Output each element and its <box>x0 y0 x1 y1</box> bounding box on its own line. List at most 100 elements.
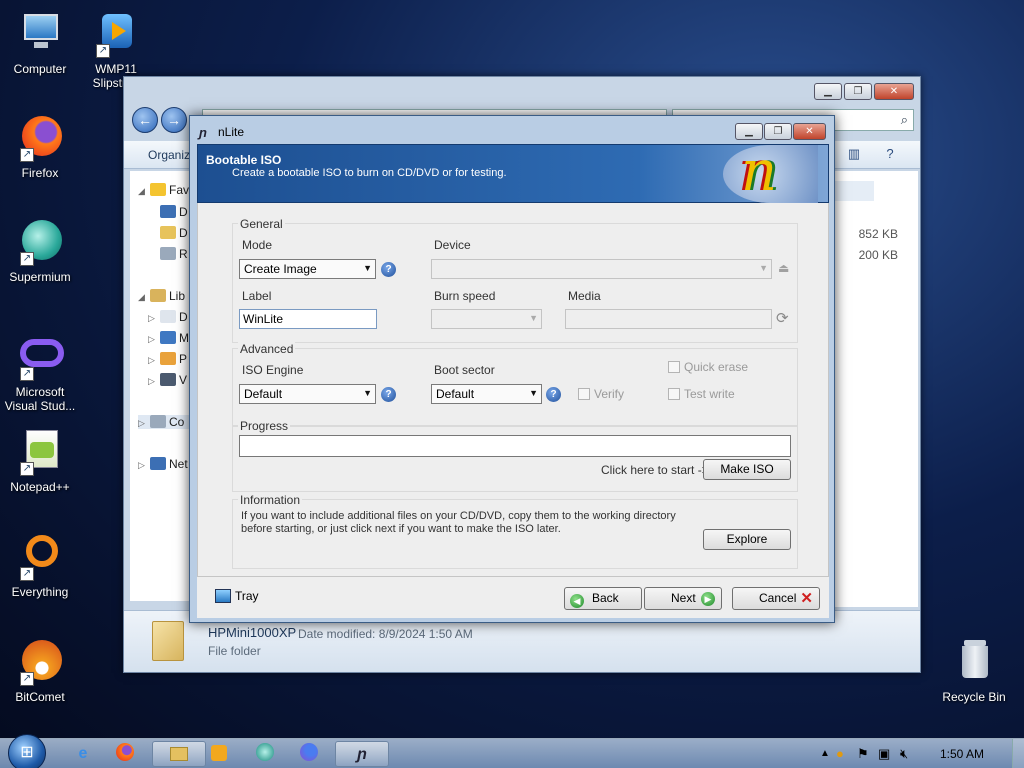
refresh-icon[interactable]: ⟳ <box>776 309 789 327</box>
ie-icon: e <box>78 745 88 762</box>
close-button[interactable]: ✕ <box>874 83 914 100</box>
minimize-button[interactable]: ▁ <box>814 83 842 100</box>
shortcut-arrow-icon: ↗ <box>20 462 34 476</box>
information-group-label: Information <box>238 493 303 507</box>
desktop-icon-everything[interactable]: ↗ Everything <box>0 533 80 599</box>
tree-item-favorites[interactable]: ◢ Fav <box>138 183 189 197</box>
chevron-down-icon: ▼ <box>759 263 768 273</box>
tray-button[interactable]: Tray <box>215 589 259 603</box>
close-button[interactable]: ✕ <box>793 123 826 140</box>
tree-item[interactable]: R <box>160 247 188 261</box>
pictures-icon <box>160 352 176 365</box>
file-size: 200 KB <box>858 248 898 262</box>
tree-item-computer[interactable]: ▷ Co <box>138 415 190 429</box>
media-player-icon <box>211 745 227 761</box>
everything-icon: ↗ <box>16 533 64 581</box>
mode-label: Mode <box>242 238 273 252</box>
tree-item[interactable]: ▷ M <box>148 331 189 345</box>
chevron-down-icon: ▼ <box>529 388 538 398</box>
tree-item[interactable]: ▷ V <box>148 373 187 387</box>
desktop-icon-firefox[interactable]: ↗ Firefox <box>0 114 80 180</box>
file-size: 852 KB <box>858 227 898 241</box>
label-input[interactable] <box>239 309 377 329</box>
desktop-icon-bitcomet[interactable]: ↗ BitComet <box>0 638 80 704</box>
supermium-icon <box>256 743 274 761</box>
nlite-n-icon: n <box>741 139 778 204</box>
desktop-icon-recycle-bin[interactable]: Recycle Bin <box>934 638 1014 704</box>
tree-item-libraries[interactable]: ◢ Lib <box>138 289 185 303</box>
organize-menu[interactable]: Organiz <box>148 148 190 162</box>
tree-item[interactable]: ▷ P <box>148 352 187 366</box>
maximize-button[interactable]: ❐ <box>764 123 792 140</box>
maximize-button[interactable]: ❐ <box>844 83 872 100</box>
desktop-icon-notepadpp[interactable]: ↗ Notepad++ <box>0 428 80 494</box>
documents-icon <box>160 310 176 323</box>
device-eject-icon[interactable]: ⏏ <box>778 261 789 275</box>
preview-pane-icon[interactable]: ▥ <box>845 146 863 164</box>
minimize-button[interactable]: ▁ <box>735 123 763 140</box>
details-name: HPMini1000XP <box>208 625 297 640</box>
tray-app-icon[interactable]: ● <box>836 746 844 761</box>
chevron-down-icon: ▼ <box>363 388 372 398</box>
tree-item[interactable]: D <box>160 226 188 240</box>
music-icon <box>160 331 176 344</box>
back-arrow-icon[interactable]: ← <box>132 107 158 133</box>
desktop-icon-label: Computer <box>13 62 67 76</box>
volume-muted-icon[interactable]: 🔇︎ <box>900 746 908 762</box>
info-text-line2: before starting, or just click next if y… <box>241 523 561 535</box>
computer-icon <box>150 415 166 428</box>
explore-button[interactable]: Explore <box>703 529 791 550</box>
tree-item[interactable]: ▷ D <box>148 310 188 324</box>
device-label: Device <box>434 238 471 252</box>
make-iso-button[interactable]: Make ISO <box>703 459 791 480</box>
desktop-icon-visual-studio[interactable]: ↗ Microsoft Visual Stud... <box>0 333 80 413</box>
iso-engine-help-icon[interactable]: ? <box>381 387 396 402</box>
taskbar-firefox-alt[interactable] <box>282 741 336 767</box>
clock[interactable]: 1:50 AM <box>940 747 984 761</box>
forward-arrow-icon[interactable]: → <box>161 107 187 133</box>
desktop-folder-icon <box>160 205 176 218</box>
taskbar-nlite[interactable]: ɲ <box>335 741 389 767</box>
mode-dropdown[interactable]: Create Image ▼ <box>239 259 376 279</box>
shortcut-arrow-icon: ↗ <box>20 567 34 581</box>
verify-checkbox[interactable]: Verify <box>578 387 624 401</box>
network-icon[interactable]: ▣ <box>878 746 890 762</box>
tree-item[interactable]: D <box>160 205 188 219</box>
start-button[interactable]: ⊞ <box>8 734 46 768</box>
taskbar-firefox[interactable] <box>98 741 152 767</box>
next-button[interactable]: Next ▶ <box>644 587 722 610</box>
chevron-down-icon: ▼ <box>363 263 372 273</box>
checkbox-box <box>668 361 680 373</box>
nlite-window[interactable]: ɲ nLite ▁ ❐ ✕ Bootable ISO Create a boot… <box>189 115 835 623</box>
checkbox-box <box>668 388 680 400</box>
show-hidden-icons-icon[interactable]: ▲ <box>820 748 830 759</box>
boot-sector-help-icon[interactable]: ? <box>546 387 561 402</box>
cancel-button[interactable]: Cancel ✕ <box>732 587 820 610</box>
desktop-icon-computer[interactable]: Computer <box>0 10 80 76</box>
boot-sector-dropdown[interactable]: Default ▼ <box>431 384 542 404</box>
media-field <box>565 309 772 329</box>
desktop-icon-label: Everything <box>11 585 69 599</box>
back-arrow-icon: ◀ <box>570 594 584 608</box>
shortcut-arrow-icon: ↗ <box>20 252 34 266</box>
help-icon[interactable]: ? <box>881 146 899 164</box>
supermium-icon: ↗ <box>16 218 64 266</box>
show-desktop-button[interactable] <box>1012 739 1024 768</box>
tree-item-network[interactable]: ▷ Net <box>138 457 188 471</box>
search-icon: ⌕ <box>900 112 908 127</box>
folder-icon <box>152 621 184 661</box>
test-write-checkbox[interactable]: Test write <box>668 387 735 401</box>
iso-engine-dropdown[interactable]: Default ▼ <box>239 384 376 404</box>
burn-speed-dropdown[interactable]: ▼ <box>431 309 542 329</box>
desktop-icon-supermium[interactable]: ↗ Supermium <box>0 218 80 284</box>
quick-erase-checkbox[interactable]: Quick erase <box>668 360 748 374</box>
action-center-flag-icon[interactable]: ⚑ <box>857 746 869 762</box>
window-title: nLite <box>218 125 245 139</box>
network-icon <box>150 457 166 470</box>
page-title: Bootable ISO <box>206 153 282 167</box>
back-button[interactable]: ◀ Back <box>564 587 642 610</box>
mode-help-icon[interactable]: ? <box>381 262 396 277</box>
nlite-titlebar[interactable]: ɲ nLite ▁ ❐ ✕ <box>190 116 834 144</box>
firefox-icon: ↗ <box>16 114 64 162</box>
device-dropdown[interactable]: ▼ <box>431 259 772 279</box>
